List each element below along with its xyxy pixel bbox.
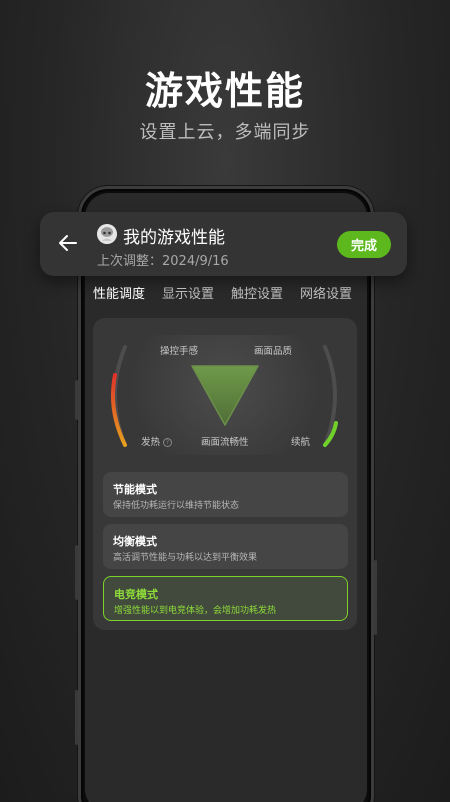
gauge-label-battery: 续航 xyxy=(291,437,311,448)
gauge-label-smoothness: 画面流畅性 xyxy=(201,437,249,448)
settings-tabs: 性能调度 显示设置 触控设置 网络设置 xyxy=(93,283,353,309)
promo-subtitle: 设置上云，多端同步 xyxy=(139,122,311,143)
tab-display[interactable]: 显示设置 xyxy=(162,283,214,309)
phone-side-button xyxy=(75,380,78,420)
done-button[interactable]: 完成 xyxy=(337,231,391,258)
promo-title: 游戏性能 xyxy=(144,69,305,113)
tab-touch[interactable]: 触控设置 xyxy=(231,283,283,309)
mode-description: 高活调节性能与功耗以达到平衡效果 xyxy=(113,553,258,563)
gauge-label-heat: 发热 xyxy=(141,437,161,448)
last-adjusted-date: 上次调整：2024/9/16 xyxy=(97,254,229,269)
mode-description: 保持低功耗运行以维持节能状态 xyxy=(113,501,240,511)
avatar-icon xyxy=(97,224,117,244)
gauge-label-control: 操控手感 xyxy=(160,346,199,357)
gauge-label-quality: 画面品质 xyxy=(254,346,293,357)
info-icon[interactable]: ? xyxy=(163,438,173,447)
mode-name: 电竞模式 xyxy=(114,588,158,601)
mode-name: 均衡模式 xyxy=(113,535,157,548)
arrow-left-icon[interactable] xyxy=(56,231,80,255)
phone-side-button xyxy=(374,560,377,635)
tab-performance[interactable]: 性能调度 xyxy=(93,283,145,309)
mode-name: 节能模式 xyxy=(113,483,157,496)
header-card: 我的游戏性能 上次调整：2024/9/16 完成 xyxy=(40,212,407,276)
mode-card-power-saving[interactable]: 节能模式 保持低功耗运行以维持节能状态 xyxy=(103,472,348,517)
phone-side-button xyxy=(75,545,78,600)
gauge-label-heat-wrap: 发热? xyxy=(141,434,173,448)
mode-description: 增强性能以到电竞体验，会增加功耗发热 xyxy=(114,606,277,616)
phone-side-button xyxy=(75,690,78,745)
mode-card-balanced[interactable]: 均衡模式 高活调节性能与功耗以达到平衡效果 xyxy=(103,524,348,569)
header-title: 我的游戏性能 xyxy=(123,228,225,248)
mode-card-esports[interactable]: 电竞模式 增强性能以到电竞体验，会增加功耗发热 xyxy=(103,576,348,621)
tab-network[interactable]: 网络设置 xyxy=(300,283,352,309)
